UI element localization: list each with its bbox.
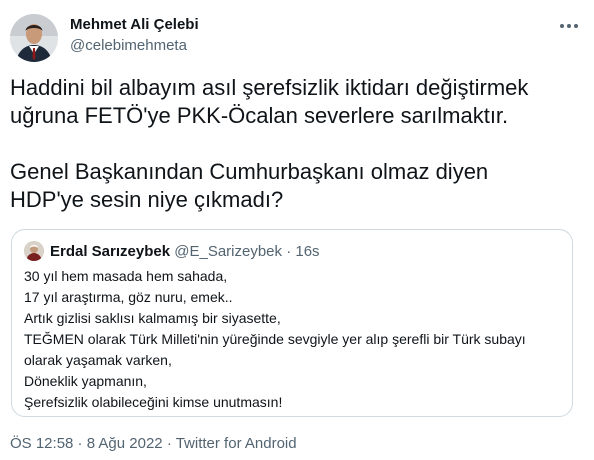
meta-separator: · xyxy=(282,243,296,260)
quoted-text-line: olarak yaşamak varken, xyxy=(24,352,172,368)
quoted-author-name[interactable]: Erdal Sarızeybek xyxy=(50,243,170,260)
quoted-text-line: 30 yıl hem masada hem sahada, xyxy=(24,268,228,284)
quoted-tweet-text: 30 yıl hem masada hem sahada, 17 yıl ara… xyxy=(24,266,564,413)
quoted-text-line: Artık gizlisi saklısı kalmamış bir siyas… xyxy=(24,310,281,326)
quoted-author-avatar-image xyxy=(24,241,44,261)
author-name[interactable]: Mehmet Ali Çelebi xyxy=(70,16,199,33)
quoted-text-line: Döneklik yapmanın, xyxy=(24,373,147,389)
quoted-tweet-time[interactable]: 16s xyxy=(295,243,319,260)
tweet-text-line: Haddini bil albayım asıl şerefsizlik ikt… xyxy=(10,75,529,100)
tweet-timestamp[interactable]: ÖS 12:58 xyxy=(10,435,73,452)
author-avatar[interactable] xyxy=(10,14,58,62)
tweet-text: Haddini bil albayım asıl şerefsizlik ikt… xyxy=(10,74,584,214)
more-horizontal-icon xyxy=(560,24,578,28)
quoted-tweet-header: Erdal Sarızeybek @E_Sarizeybek · 16s xyxy=(50,243,320,260)
quoted-tweet[interactable]: Erdal Sarızeybek @E_Sarizeybek · 16s 30 … xyxy=(11,229,573,417)
more-options-button[interactable] xyxy=(554,14,584,38)
meta-separator: · xyxy=(162,435,176,452)
tweet-text-line: uğruna FETÖ'ye PKK-Öcalan severlere sarı… xyxy=(10,103,509,128)
tweet-footer: ÖS 12:58 · 8 Ağu 2022 · Twitter for Andr… xyxy=(10,435,297,452)
author-handle[interactable]: @celebimehmeta xyxy=(70,37,187,54)
quoted-author-handle[interactable]: @E_Sarizeybek xyxy=(174,243,282,260)
tweet-text-line: HDP'ye sesin niye çıkmadı? xyxy=(10,187,284,212)
quoted-text-line: Şerefsizlik olabileceğini kimse unutması… xyxy=(24,394,283,410)
tweet: Mehmet Ali Çelebi @celebimehmeta Haddini… xyxy=(0,0,594,460)
tweet-source: Twitter for Android xyxy=(175,435,297,452)
tweet-date[interactable]: 8 Ağu 2022 xyxy=(87,435,163,452)
quoted-text-line: TEĞMEN olarak Türk Milleti'nin yüreğinde… xyxy=(24,331,526,347)
tweet-text-line: Genel Başkanından Cumhurbaşkanı olmaz di… xyxy=(10,159,489,184)
quoted-text-line: 17 yıl araştırma, göz nuru, emek.. xyxy=(24,289,233,305)
meta-separator: · xyxy=(73,435,87,452)
quoted-author-avatar[interactable] xyxy=(24,241,44,261)
author-avatar-image xyxy=(10,14,58,62)
